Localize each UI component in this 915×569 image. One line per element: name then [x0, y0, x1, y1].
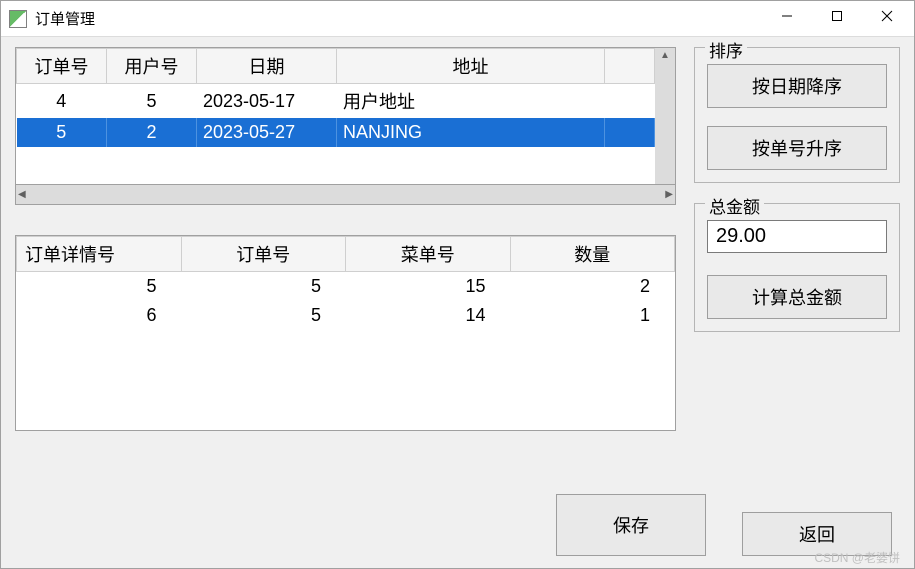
details-header-orderid[interactable]: 订单号 [181, 237, 346, 272]
minimize-icon [781, 10, 793, 22]
details-cell[interactable]: 2 [510, 272, 675, 302]
scroll-right-icon: ▶ [665, 189, 673, 200]
details-header-qty[interactable]: 数量 [510, 237, 675, 272]
scroll-up-icon: ▲ [660, 50, 670, 61]
orders-cell-extra [605, 84, 655, 119]
total-fieldset: 总金额 计算总金额 [694, 203, 900, 332]
calc-total-button[interactable]: 计算总金额 [707, 275, 887, 319]
sort-legend: 排序 [705, 37, 747, 62]
orders-table-body: 订单号 用户号 日期 地址 452023-05-17用户地址522023-05-… [16, 48, 655, 184]
orders-header-date[interactable]: 日期 [197, 49, 337, 84]
maximize-icon [831, 10, 843, 22]
back-button[interactable]: 返回 [742, 512, 892, 556]
orders-cell[interactable]: NANJING [337, 118, 605, 147]
app-icon [9, 10, 27, 28]
sort-fieldset: 排序 按日期降序 按单号升序 [694, 47, 900, 183]
content-area: 订单号 用户号 日期 地址 452023-05-17用户地址522023-05-… [1, 37, 914, 568]
details-row[interactable]: 65141 [17, 301, 675, 330]
controls-column: 排序 按日期降序 按单号升序 总金额 计算总金额 [694, 47, 900, 431]
sort-by-date-desc-button[interactable]: 按日期降序 [707, 64, 887, 108]
orders-row[interactable]: 452023-05-17用户地址 [17, 84, 655, 119]
scroll-left-icon: ◀ [18, 189, 26, 200]
orders-cell[interactable]: 5 [107, 84, 197, 119]
details-cell[interactable]: 5 [181, 272, 346, 302]
details-cell[interactable]: 14 [346, 301, 511, 330]
orders-table[interactable]: 订单号 用户号 日期 地址 452023-05-17用户地址522023-05-… [16, 48, 655, 147]
orders-header-user[interactable]: 用户号 [107, 49, 197, 84]
upper-zone: 订单号 用户号 日期 地址 452023-05-17用户地址522023-05-… [15, 47, 900, 431]
details-row[interactable]: 55152 [17, 272, 675, 302]
orders-cell[interactable]: 5 [17, 118, 107, 147]
window-controls [762, 1, 912, 37]
total-amount-field[interactable] [707, 220, 887, 253]
title-bar: 订单管理 [1, 1, 914, 37]
bottom-button-row: 保存 返回 [556, 494, 892, 556]
app-window: 订单管理 订单号 [0, 0, 915, 569]
orders-header-addr[interactable]: 地址 [337, 49, 605, 84]
maximize-button[interactable] [812, 1, 862, 31]
orders-cell-extra [605, 118, 655, 147]
orders-header-extra [605, 49, 655, 84]
details-table[interactable]: 订单详情号 订单号 菜单号 数量 5515265141 [16, 236, 675, 330]
tables-column: 订单号 用户号 日期 地址 452023-05-17用户地址522023-05-… [15, 47, 676, 431]
details-cell[interactable]: 5 [17, 272, 182, 302]
details-cell[interactable]: 1 [510, 301, 675, 330]
orders-cell[interactable]: 用户地址 [337, 84, 605, 119]
details-table-container: 订单详情号 订单号 菜单号 数量 5515265141 [15, 235, 676, 431]
sort-by-id-asc-button[interactable]: 按单号升序 [707, 126, 887, 170]
details-header-menuid[interactable]: 菜单号 [346, 237, 511, 272]
orders-cell[interactable]: 4 [17, 84, 107, 119]
close-button[interactable] [862, 1, 912, 31]
orders-row[interactable]: 522023-05-27NANJING [17, 118, 655, 147]
details-header-detailid[interactable]: 订单详情号 [17, 237, 182, 272]
window-title: 订单管理 [35, 8, 762, 29]
details-cell[interactable]: 6 [17, 301, 182, 330]
orders-table-container: 订单号 用户号 日期 地址 452023-05-17用户地址522023-05-… [15, 47, 676, 205]
minimize-button[interactable] [762, 1, 812, 31]
orders-cell[interactable]: 2023-05-27 [197, 118, 337, 147]
details-header-row: 订单详情号 订单号 菜单号 数量 [17, 237, 675, 272]
details-cell[interactable]: 15 [346, 272, 511, 302]
orders-vertical-scrollbar[interactable]: ▲ [655, 48, 675, 184]
orders-cell[interactable]: 2 [107, 118, 197, 147]
orders-horizontal-scrollbar[interactable]: ◀ ▶ [16, 184, 675, 204]
close-icon [881, 10, 893, 22]
save-button[interactable]: 保存 [556, 494, 706, 556]
details-cell[interactable]: 5 [181, 301, 346, 330]
orders-header-row: 订单号 用户号 日期 地址 [17, 49, 655, 84]
total-legend: 总金额 [705, 193, 764, 218]
orders-header-id[interactable]: 订单号 [17, 49, 107, 84]
orders-cell[interactable]: 2023-05-17 [197, 84, 337, 119]
